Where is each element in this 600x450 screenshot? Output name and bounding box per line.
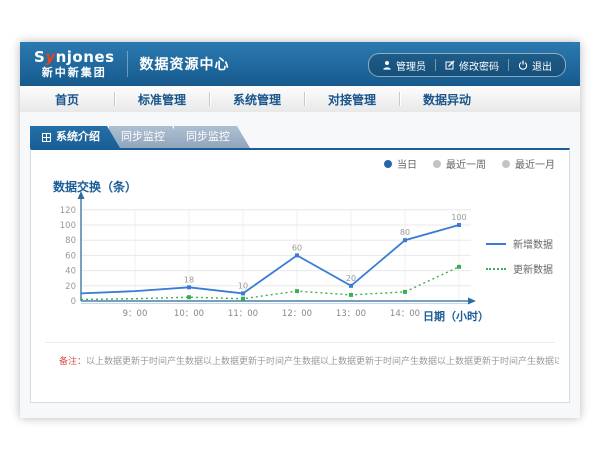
- svg-text:40: 40: [65, 267, 76, 277]
- legend-line-dotted: [486, 268, 506, 270]
- svg-text:13：00: 13：00: [336, 309, 366, 319]
- admin-user-button[interactable]: 管理员: [373, 58, 435, 73]
- nav-item-system-mgmt[interactable]: 系统管理: [210, 91, 304, 108]
- svg-text:0: 0: [71, 297, 76, 307]
- svg-text:日期（小时）: 日期（小时）: [423, 309, 489, 323]
- svg-text:10: 10: [238, 281, 248, 290]
- change-password-button[interactable]: 修改密码: [436, 58, 508, 73]
- range-filter: 当日 最近一周 最近一月: [384, 156, 555, 171]
- user-icon: [382, 60, 392, 70]
- footnote-text: 以上数据更新于时间产生数据以上数据更新于时间产生数据以上数据更新于时间产生数据以…: [86, 357, 559, 367]
- app-window: Synjones 新中新集团 数据资源中心 管理员 修改密码 退出 首页 标准: [20, 42, 580, 418]
- admin-user-label: 管理员: [396, 58, 426, 73]
- panel-divider: [45, 342, 555, 343]
- logout-button[interactable]: 退出: [509, 58, 561, 73]
- brand-logo-en: Synjones: [34, 50, 115, 65]
- tab-sync-monitor-2-label: 同步监控: [186, 126, 230, 148]
- header-divider: [127, 51, 128, 77]
- nav-item-standard-mgmt[interactable]: 标准管理: [115, 91, 209, 108]
- logout-label: 退出: [532, 58, 552, 73]
- footnote-prefix: 备注：: [59, 357, 86, 367]
- svg-text:9：00: 9：00: [123, 309, 148, 319]
- svg-text:20: 20: [65, 282, 76, 292]
- svg-text:10：00: 10：00: [174, 309, 204, 319]
- content-area: 系统介绍 同步监控 同步监控 当日 最近一周 最近一月 数据交换（条） 0204…: [20, 112, 580, 418]
- nav-item-data-change[interactable]: 数据异动: [400, 91, 494, 108]
- change-password-label: 修改密码: [459, 58, 499, 73]
- svg-text:11：00: 11：00: [228, 309, 258, 319]
- legend-new-data: 新增数据: [486, 236, 553, 251]
- svg-text:14：00: 14：00: [390, 309, 420, 319]
- svg-text:20: 20: [346, 274, 356, 283]
- range-option-last-week[interactable]: 最近一周: [433, 156, 486, 171]
- svg-text:80: 80: [65, 236, 76, 246]
- footnote: 备注：以上数据更新于时间产生数据以上数据更新于时间产生数据以上数据更新于时间产生…: [59, 354, 559, 367]
- tab-sync-monitor-2[interactable]: 同步监控: [174, 126, 250, 148]
- radio-dot: [502, 160, 510, 168]
- svg-text:120: 120: [60, 206, 76, 216]
- legend-new-data-label: 新增数据: [513, 236, 553, 251]
- range-option-last-month-label: 最近一月: [515, 156, 555, 171]
- chart-legend: 新增数据 更新数据: [486, 236, 553, 286]
- radio-dot: [384, 160, 392, 168]
- tab-sync-monitor-1[interactable]: 同步监控: [109, 126, 185, 148]
- tab-sync-monitor-1-label: 同步监控: [121, 126, 165, 148]
- radio-dot: [433, 160, 441, 168]
- tab-system-intro-label: 系统介绍: [56, 126, 100, 148]
- nav-item-interface-mgmt[interactable]: 对接管理: [305, 91, 399, 108]
- chart-panel: 当日 最近一周 最近一月 数据交换（条） 0204060801001209：00…: [30, 148, 570, 403]
- svg-text:12：00: 12：00: [282, 309, 312, 319]
- nav-item-home[interactable]: 首页: [20, 91, 114, 108]
- range-option-last-week-label: 最近一周: [446, 156, 486, 171]
- page-title: 数据资源中心: [140, 54, 230, 74]
- svg-text:60: 60: [292, 243, 302, 252]
- tab-bar: 系统介绍 同步监控 同步监控: [30, 126, 570, 148]
- header: Synjones 新中新集团 数据资源中心 管理员 修改密码 退出: [20, 42, 580, 86]
- svg-text:80: 80: [400, 228, 410, 237]
- svg-text:100: 100: [60, 221, 76, 231]
- edit-icon: [445, 60, 455, 70]
- user-menu: 管理员 修改密码 退出: [368, 53, 566, 77]
- brand-logo-cn: 新中新集团: [34, 67, 115, 78]
- legend-update-data-label: 更新数据: [513, 261, 553, 276]
- svg-text:100: 100: [451, 213, 466, 222]
- brand-logo: Synjones 新中新集团: [34, 50, 115, 78]
- range-option-last-month[interactable]: 最近一月: [502, 156, 555, 171]
- legend-update-data: 更新数据: [486, 261, 553, 276]
- exchange-chart: 0 20 40 60 80 100 120 9：00 10：00 11：00 12：00 13：00 1…: [43, 186, 493, 334]
- range-option-today-label: 当日: [397, 156, 417, 171]
- svg-text:18: 18: [184, 275, 194, 284]
- main-nav: 首页 标准管理 系统管理 对接管理 数据异动: [20, 86, 580, 113]
- grid-icon: [42, 133, 51, 142]
- legend-line-solid: [486, 243, 506, 245]
- tab-system-intro[interactable]: 系统介绍: [30, 126, 120, 148]
- range-option-today[interactable]: 当日: [384, 156, 417, 171]
- logo-spark-icon: y: [45, 48, 55, 66]
- svg-text:60: 60: [65, 251, 76, 261]
- power-icon: [518, 60, 528, 70]
